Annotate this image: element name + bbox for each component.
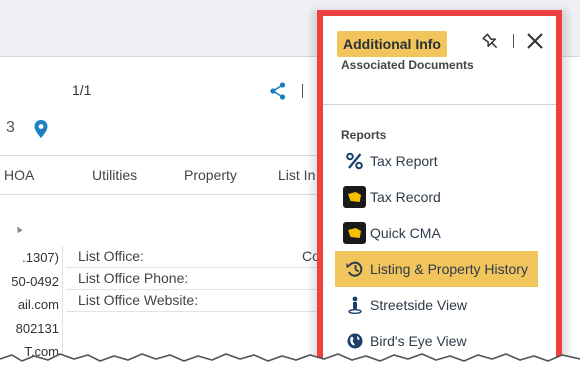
percent-icon (346, 152, 363, 170)
detail-tabs: HOA Utilities Property List In (0, 155, 330, 195)
table-row: List Office Website: (66, 290, 330, 312)
close-icon[interactable] (524, 30, 546, 52)
streetside-person-icon (348, 296, 362, 314)
chevron-icon: ▲ (11, 222, 26, 237)
listing-id-fragment: 3 (6, 119, 15, 136)
torn-edge-decoration (0, 353, 580, 385)
table-row: List Office: Co (66, 246, 330, 268)
tab-list-info[interactable]: List In (278, 167, 315, 183)
reports-section-label: Reports (341, 128, 387, 142)
tab-hoa[interactable]: HOA (4, 167, 34, 183)
panel-divider (323, 104, 556, 105)
left-value: ail.com (17, 297, 59, 312)
panel-subtitle[interactable]: Associated Documents (341, 58, 474, 72)
menu-item-label: Streetside View (370, 297, 468, 313)
menu-item-label: Quick CMA (370, 225, 441, 241)
menu-item-label: Tax Record (370, 189, 441, 205)
table-row: List Office Phone: (66, 268, 330, 290)
row-label: List Office: (78, 248, 144, 264)
menu-item-streetside-view[interactable]: Streetside View (335, 287, 538, 323)
menu-item-quick-cma[interactable]: Quick CMA (335, 215, 538, 251)
quick-cma-map-icon (343, 222, 366, 244)
left-value: .1307) (22, 250, 59, 265)
panel-title: Additional Info (337, 31, 447, 57)
menu-item-listing-property-history[interactable]: Listing & Property History (335, 251, 538, 287)
row-label: List Office Phone: (78, 270, 189, 286)
left-value: 50-0492 (11, 273, 59, 289)
toolbar-divider (302, 84, 303, 98)
left-value: 802131 (15, 320, 59, 336)
menu-item-label: Tax Report (370, 153, 438, 169)
tab-property[interactable]: Property (184, 167, 237, 183)
list-office-table: List Office: Co List Office Phone: List … (66, 246, 330, 312)
pushpin-icon[interactable] (481, 32, 501, 52)
menu-item-tax-report[interactable]: Tax Report (335, 143, 538, 179)
tax-record-map-icon (343, 186, 366, 208)
map-pin-icon[interactable] (34, 120, 48, 138)
pager-text: 1/1 (72, 82, 92, 98)
menu-item-tax-record[interactable]: Tax Record (335, 179, 538, 215)
history-icon (346, 261, 363, 277)
menu-item-label: Listing & Property History (370, 261, 528, 277)
row-label: List Office Website: (78, 292, 199, 308)
header-divider (513, 34, 514, 48)
tab-utilities[interactable]: Utilities (92, 167, 137, 183)
share-icon[interactable] (270, 82, 286, 100)
additional-info-panel: Additional Info Associated Documents Rep… (317, 10, 562, 385)
